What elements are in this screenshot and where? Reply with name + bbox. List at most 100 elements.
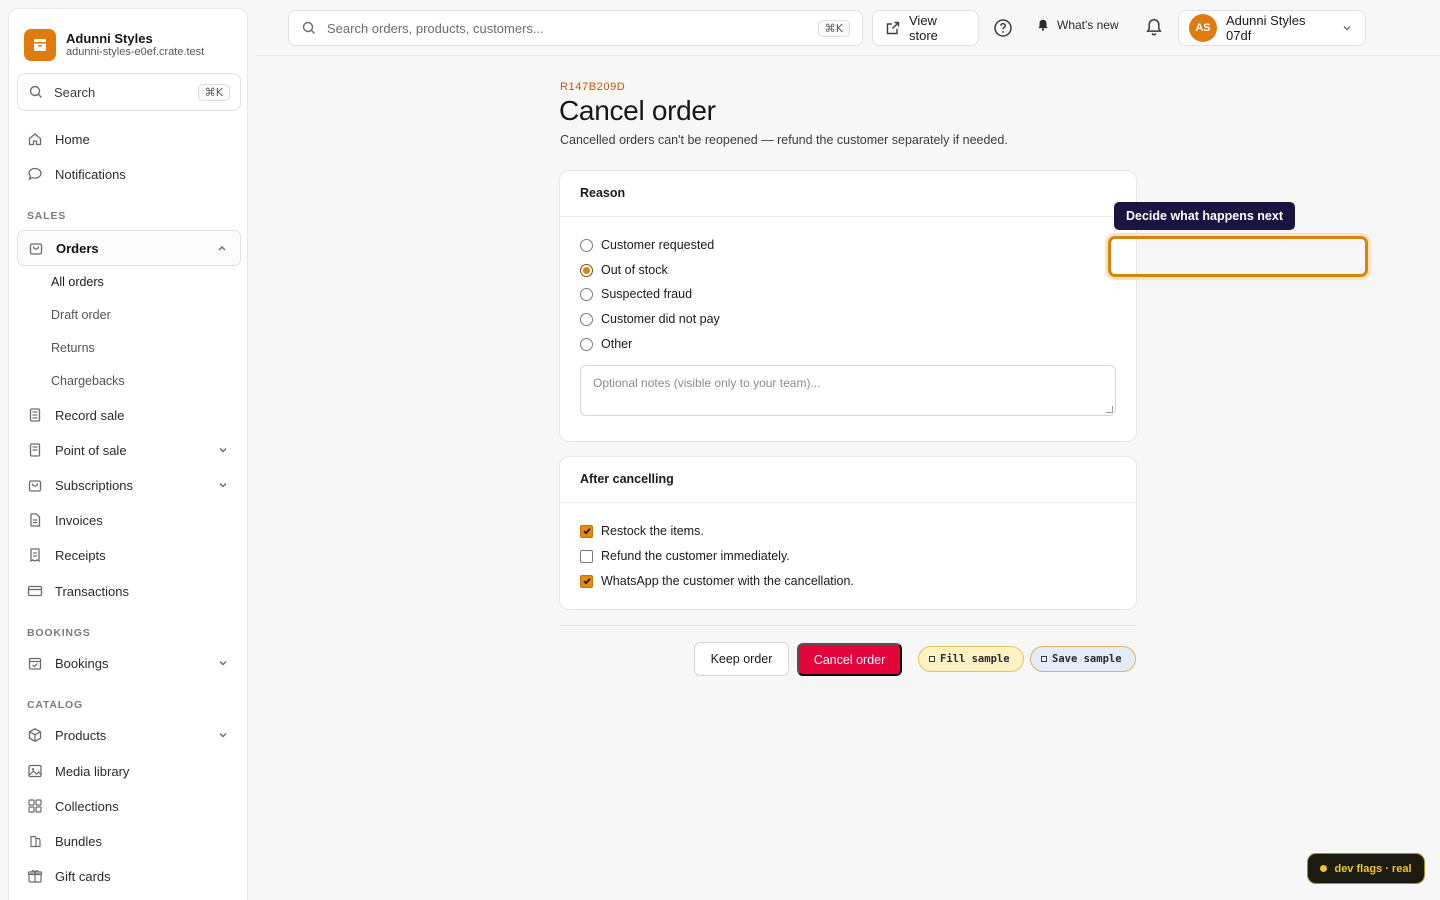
sidebar-item-bundles[interactable]: Bundles <box>17 825 241 857</box>
view-store-button[interactable]: View store <box>872 10 979 46</box>
dev-flags-badge[interactable]: dev flags · real <box>1307 853 1425 884</box>
sidebar-item-notifications[interactable]: Notifications <box>17 158 241 190</box>
option-whatsapp-customer[interactable]: WhatsApp the customer with the cancellat… <box>580 574 854 588</box>
shortcut-badge: ⌘K <box>817 19 850 37</box>
checkbox-checked[interactable] <box>580 574 593 588</box>
sidebar-item-products[interactable]: Products <box>17 719 241 751</box>
bundle-icon <box>30 835 41 848</box>
chevron-down-icon <box>1343 26 1351 31</box>
reason-option-suspected-fraud[interactable]: Suspected fraud <box>580 287 692 301</box>
sidebar-item-transactions[interactable]: Transactions <box>17 575 241 607</box>
sidebar-item-label: Invoices <box>55 512 103 528</box>
guide-highlight-box <box>1108 236 1368 277</box>
reason-option-customer-requested[interactable]: Customer requested <box>580 238 714 252</box>
notifications-button[interactable] <box>1144 17 1164 40</box>
sidebar-item-gift-cards[interactable]: Gift cards <box>17 860 241 892</box>
save-sample-button[interactable]: Save sample <box>1030 646 1136 672</box>
chevron-up-icon <box>218 246 226 251</box>
sidebar-item-orders[interactable]: Orders <box>17 230 241 266</box>
resize-handle-icon[interactable] <box>1106 406 1113 413</box>
radio-label: Suspected fraud <box>601 287 693 301</box>
square-icon <box>929 656 935 662</box>
checkbox-checked[interactable] <box>580 524 593 538</box>
sidebar-item-label: Point of sale <box>55 442 127 458</box>
sidebar-item-collections[interactable]: Collections <box>17 790 241 822</box>
account-menu[interactable]: AS Adunni Styles 07df <box>1178 10 1366 46</box>
top-bar: Search orders, products, customers... ⌘K… <box>256 0 1440 56</box>
sidebar-item-subscriptions[interactable]: Subscriptions <box>17 469 241 501</box>
external-link-icon <box>886 21 900 35</box>
search-icon <box>29 85 42 98</box>
page-title: Cancel order <box>559 95 716 126</box>
sidebar-item-receipts[interactable]: Receipts <box>17 539 241 571</box>
sidebar-item-label: Receipts <box>55 547 106 563</box>
account-name: Adunni Styles 07df <box>1226 13 1306 43</box>
save-sample-label: Save sample <box>1052 653 1122 665</box>
chevron-down-icon <box>219 661 227 666</box>
radio-label: Customer did not pay <box>601 312 720 326</box>
sidebar-subitem-returns[interactable]: Returns <box>51 341 95 355</box>
radio-button[interactable] <box>580 287 593 301</box>
radio-button-selected[interactable] <box>580 263 593 277</box>
avatar: AS <box>1189 14 1217 42</box>
notes-placeholder: Optional notes (visible only to your tea… <box>593 376 821 390</box>
option-refund-customer[interactable]: Refund the customer immediately. <box>580 549 790 563</box>
sidebar-item-label: Notifications <box>55 166 126 182</box>
radio-button[interactable] <box>580 312 593 326</box>
notes-textarea[interactable]: Optional notes (visible only to your tea… <box>580 365 1116 416</box>
sidebar: Adunni Styles adunni-styles-e0ef.crate.t… <box>8 8 248 900</box>
reason-option-out-of-stock[interactable]: Out of stock <box>580 263 668 277</box>
sidebar-item-record-sale[interactable]: Record sale <box>17 399 241 431</box>
brand-header[interactable]: Adunni Styles adunni-styles-e0ef.crate.t… <box>9 9 247 65</box>
reason-card-heading: Reason <box>560 171 1136 217</box>
store-logo-icon <box>24 29 56 61</box>
reason-option-other[interactable]: Other <box>580 337 632 351</box>
sidebar-item-label: Subscriptions <box>55 477 134 493</box>
page-subtitle: Cancelled orders can't be reopened — ref… <box>560 133 1008 147</box>
calculator-icon <box>29 408 41 422</box>
sidebar-item-media-library[interactable]: Media library <box>17 755 241 787</box>
sidebar-item-home[interactable]: Home <box>17 123 241 155</box>
order-id: R147B209D <box>560 81 626 93</box>
actions-divider <box>560 625 1136 626</box>
checkbox[interactable] <box>580 549 593 563</box>
fill-sample-button[interactable]: Fill sample <box>918 646 1024 672</box>
bell-icon <box>1146 19 1162 36</box>
sidebar-item-bookings[interactable]: Bookings <box>17 647 241 679</box>
shortcut-badge: ⌘K <box>197 83 230 101</box>
help-button[interactable] <box>992 17 1014 42</box>
sidebar-item-label: Collections <box>55 798 119 814</box>
radio-button[interactable] <box>580 337 593 351</box>
checkmark-icon <box>582 528 591 535</box>
bell-filled-icon <box>1038 19 1048 31</box>
global-search-input[interactable]: Search orders, products, customers... ⌘K <box>288 10 863 46</box>
sidebar-item-invoices[interactable]: Invoices <box>17 504 241 536</box>
square-icon <box>1041 656 1047 662</box>
store-domain: adunni-styles-e0ef.crate.test <box>66 46 205 58</box>
sidebar-subitem-draft-order[interactable]: Draft order <box>51 308 111 322</box>
sidebar-item-label: Transactions <box>55 583 129 599</box>
chevron-down-icon <box>219 733 227 738</box>
search-icon <box>302 21 315 34</box>
sidebar-search[interactable]: Search ⌘K <box>17 73 241 111</box>
box-icon <box>28 728 42 742</box>
sidebar-item-point-of-sale[interactable]: Point of sale <box>17 434 241 466</box>
section-label-bookings: BOOKINGS <box>27 627 91 639</box>
sidebar-subitem-all-orders[interactable]: All orders <box>51 275 104 289</box>
option-restock-items[interactable]: Restock the items. <box>580 524 704 538</box>
sidebar-subitem-chargebacks[interactable]: Chargebacks <box>51 374 125 388</box>
fill-sample-label: Fill sample <box>940 653 1010 665</box>
section-label-sales: SALES <box>27 210 67 222</box>
sidebar-item-label: Gift cards <box>55 868 111 884</box>
view-store-label: View store <box>909 13 938 43</box>
reason-option-customer-did-not-pay[interactable]: Customer did not pay <box>580 312 720 326</box>
sidebar-item-label: Media library <box>55 763 130 779</box>
radio-button[interactable] <box>580 238 593 252</box>
whats-new-label: What's new <box>1057 18 1119 32</box>
keep-order-button[interactable]: Keep order <box>694 642 789 676</box>
document-icon <box>30 513 41 527</box>
whats-new-button[interactable]: What's new <box>1036 18 1119 32</box>
radio-label: Other <box>601 337 633 351</box>
calculator-icon <box>29 443 41 457</box>
cancel-order-button[interactable]: Cancel order <box>797 643 902 676</box>
